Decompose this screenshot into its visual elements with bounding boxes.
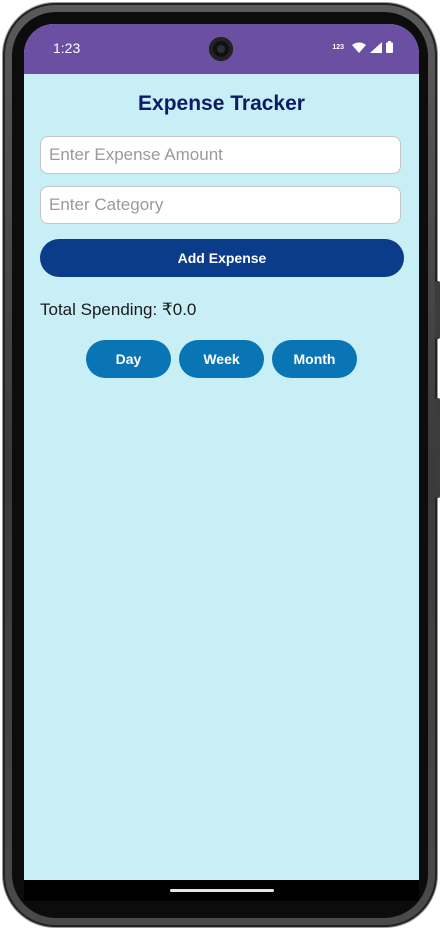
battery-icon [386, 41, 393, 53]
period-filter: Day Week Month [86, 340, 357, 378]
total-spending-label: Total Spending: ₹0.0 [40, 300, 197, 319]
expense-amount-input[interactable] [40, 136, 401, 174]
add-expense-button[interactable]: Add Expense [40, 239, 404, 277]
category-input[interactable] [40, 186, 401, 224]
month-button[interactable]: Month [272, 340, 357, 378]
status-time: 1:23 [53, 40, 81, 56]
status-icons: 123 [332, 41, 393, 53]
network-label: 123 [332, 43, 344, 51]
front-camera [209, 37, 233, 61]
volume-button [435, 398, 440, 498]
power-button [435, 281, 440, 339]
wifi-icon [352, 42, 366, 53]
signal-icon [370, 41, 382, 53]
day-button[interactable]: Day [86, 340, 171, 378]
app-screen: 1:23 123 Expense Tracker Add Expense Tot… [24, 24, 419, 901]
week-button[interactable]: Week [179, 340, 264, 378]
navigation-bar [24, 880, 419, 901]
page-title: Expense Tracker [138, 92, 305, 115]
status-bar: 1:23 123 [24, 24, 419, 74]
home-indicator[interactable] [170, 889, 274, 892]
